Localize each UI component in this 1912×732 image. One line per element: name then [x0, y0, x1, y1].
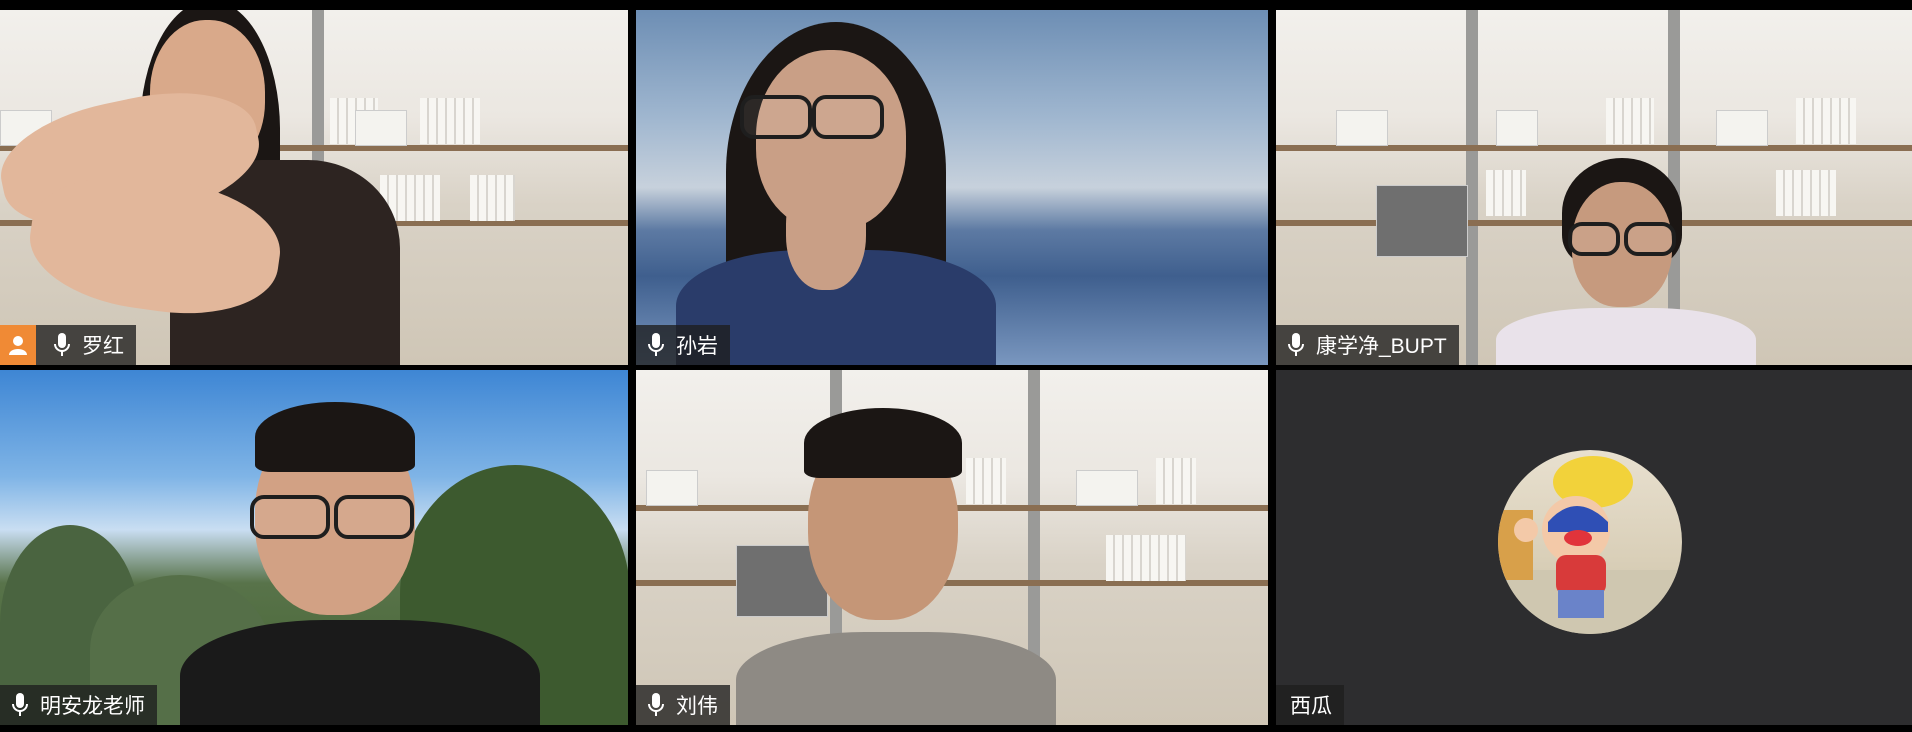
participant-tile-3[interactable]: 康学净_BUPT	[1276, 10, 1912, 365]
microphone-icon[interactable]	[0, 685, 40, 725]
participant-name-label: 康学净_BUPT	[1276, 325, 1459, 365]
microphone-icon[interactable]	[636, 325, 676, 365]
participant-name: 刘伟	[676, 695, 718, 718]
participant-name: 明安龙老师	[40, 695, 145, 718]
participant-name: 康学净_BUPT	[1316, 335, 1447, 358]
participant-tile-5[interactable]: 刘伟	[636, 370, 1268, 725]
participant-tile-2[interactable]: 孙岩	[636, 10, 1268, 365]
microphone-icon[interactable]	[1276, 325, 1316, 365]
microphone-icon[interactable]	[42, 325, 82, 365]
participant-tile-6[interactable]: 西瓜	[1276, 370, 1912, 725]
participant-name-label: 明安龙老师	[0, 685, 157, 725]
participant-name: 罗红	[82, 335, 124, 358]
participant-tile-1[interactable]: 罗红	[0, 10, 628, 365]
participant-name-label: 孙岩	[636, 325, 730, 365]
participant-name-label: 西瓜	[1276, 685, 1344, 725]
participant-name-label: 刘伟	[636, 685, 730, 725]
video-grid: 罗红 孙岩 康学净_BUPT 明安龙老师 刘伟 西瓜	[0, 10, 1912, 725]
avatar	[1498, 450, 1682, 634]
participant-name: 西瓜	[1290, 695, 1332, 718]
participant-name: 孙岩	[676, 335, 718, 358]
participant-tile-4[interactable]: 明安龙老师	[0, 370, 628, 725]
person-icon	[0, 325, 36, 365]
microphone-icon[interactable]	[636, 685, 676, 725]
participant-name-label: 罗红	[0, 325, 136, 365]
